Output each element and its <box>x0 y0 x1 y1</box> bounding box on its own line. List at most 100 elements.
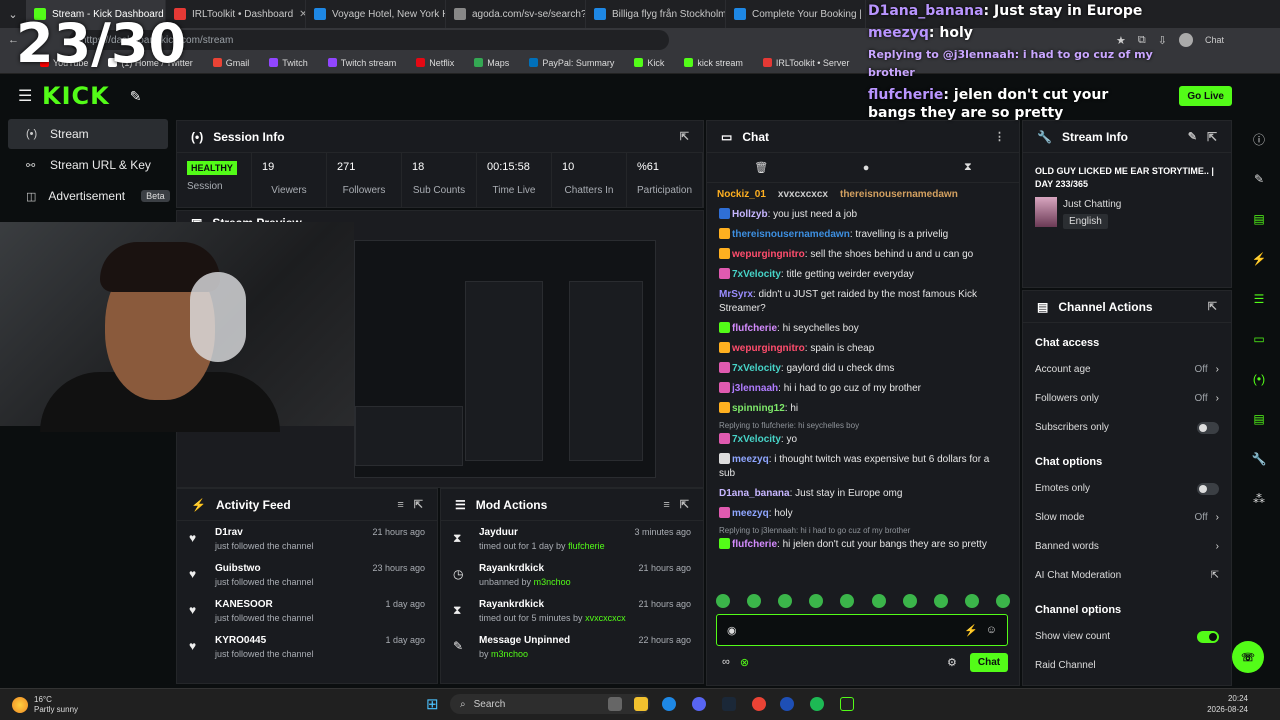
browser-tab[interactable]: IRLToolkit • Dashboard ✕ <box>166 0 306 28</box>
emotes-only-toggle[interactable] <box>1197 482 1219 495</box>
chat-username[interactable]: thereisnousernamedawn <box>732 229 850 240</box>
chat-username[interactable]: meezyq <box>732 454 769 465</box>
discord-icon[interactable] <box>692 697 706 711</box>
emote-icon[interactable] <box>840 594 855 608</box>
chat-username[interactable]: 7xVelocity <box>732 363 781 374</box>
chrome-icon[interactable] <box>752 697 766 711</box>
feed-name[interactable]: Jayduur <box>479 527 622 538</box>
followers-only-row[interactable]: Followers only Off › <box>1023 384 1231 413</box>
profile-avatar[interactable] <box>1178 33 1193 47</box>
chat-username[interactable]: Hollzyb <box>732 209 768 220</box>
emote-icon[interactable] <box>964 594 979 608</box>
kick-icon[interactable]: ⊗ <box>740 656 749 669</box>
feed-name[interactable]: D1rav <box>215 527 360 538</box>
subscribers-only-toggle[interactable] <box>1197 421 1219 434</box>
chat-username[interactable]: 7xVelocity <box>732 269 781 280</box>
emote-icon[interactable] <box>871 594 886 608</box>
feed-name[interactable]: KANESOOR <box>215 599 373 610</box>
steam-icon[interactable] <box>722 697 736 711</box>
feed-moderator[interactable]: flufcherie <box>568 541 605 551</box>
file-explorer-icon[interactable] <box>634 697 648 711</box>
edge-icon[interactable] <box>662 697 676 711</box>
menu-icon[interactable]: ☰ <box>18 86 32 106</box>
category-name[interactable]: Just Chatting <box>1063 199 1121 210</box>
feed-name[interactable]: Rayankrdkick <box>479 563 626 574</box>
browser-chat-button[interactable]: Chat <box>1205 35 1224 45</box>
badges-icon[interactable]: ∞ <box>722 656 730 669</box>
list-icon[interactable]: ☰ <box>1248 288 1270 310</box>
popout-icon[interactable]: ⇱ <box>1208 300 1217 313</box>
chat-input[interactable] <box>744 624 957 636</box>
close-icon[interactable]: ✕ <box>299 9 305 20</box>
weather-widget[interactable]: 16°C Partly sunny <box>12 695 78 715</box>
chat-username[interactable]: wepurgingnitro <box>732 343 805 354</box>
bookmark-item[interactable]: Gmail <box>212 58 249 68</box>
trash-icon[interactable]: 🗑 <box>754 161 768 174</box>
browser-tab[interactable]: Complete Your Booking | Sn✕ <box>726 0 866 28</box>
bookmark-item[interactable]: kick stream <box>684 58 743 68</box>
go-live-button[interactable]: Go Live <box>1179 86 1232 106</box>
pinned-user[interactable]: Nockiz_01 <box>717 189 766 200</box>
sidebar-item-stream[interactable]: (•) Stream <box>8 119 168 149</box>
feed-name[interactable]: KYRO0445 <box>215 635 373 646</box>
pinned-user[interactable]: thereisnousernamedawn <box>840 189 958 200</box>
chat-username[interactable]: wepurgingnitro <box>732 249 805 260</box>
chat-settings-icon[interactable]: ⚙ <box>947 656 957 669</box>
chat-username[interactable]: 7xVelocity <box>732 434 781 445</box>
popout-icon[interactable]: ⇱ <box>680 498 689 511</box>
chat-username[interactable]: j3lennaah <box>732 383 778 394</box>
bookmark-item[interactable]: Kick <box>634 58 664 68</box>
popout-icon[interactable]: ⇱ <box>414 498 423 511</box>
filter-icon[interactable]: ≡ <box>397 499 403 511</box>
feed-moderator[interactable]: xvxcxcxcx <box>585 613 626 623</box>
account-age-row[interactable]: Account age Off › <box>1023 355 1231 384</box>
spotify-icon[interactable] <box>810 697 824 711</box>
task-view-icon[interactable] <box>608 697 622 711</box>
chat-send-button[interactable]: Chat <box>970 653 1008 672</box>
sidebar-item-stream-url-key[interactable]: ⚯ Stream URL & Key <box>8 150 168 180</box>
stream-preview-video[interactable] <box>354 240 656 478</box>
popout-icon[interactable]: ⇱ <box>680 130 689 143</box>
banned-words-row[interactable]: Banned words › <box>1023 532 1231 561</box>
obs-icon[interactable] <box>840 697 854 711</box>
broadcast-icon[interactable]: (•) <box>1248 368 1270 390</box>
feed-name[interactable]: Rayankrdkick <box>479 599 626 610</box>
feed-moderator[interactable]: m3nchoo <box>491 649 528 659</box>
bolt-icon[interactable]: ⚡ <box>1248 248 1270 270</box>
bookmark-item[interactable]: IRLToolkit • Server <box>762 58 849 68</box>
chat-username[interactable]: flufcherie <box>732 323 777 334</box>
smiley-icon[interactable]: ☺ <box>986 624 997 636</box>
slow-mode-row[interactable]: Slow mode Off › <box>1023 503 1231 532</box>
feed-name[interactable]: Guibstwo <box>215 563 360 574</box>
support-chat-button[interactable]: ☏ <box>1232 641 1264 673</box>
panel-icon[interactable]: ▤ <box>1248 208 1270 230</box>
emote-icon[interactable] <box>933 594 948 608</box>
chat-icon[interactable]: ▭ <box>1248 328 1270 350</box>
message-icon[interactable]: ● <box>863 162 870 174</box>
app-icon[interactable] <box>780 697 794 711</box>
more-options-icon[interactable]: ⋮ <box>994 130 1005 143</box>
bookmark-item[interactable]: Twitch stream <box>327 58 396 68</box>
kick-emote-icon[interactable]: ⚡ <box>964 624 978 637</box>
plugins-icon[interactable]: ⁂ <box>1248 488 1270 510</box>
system-clock[interactable]: 20:24 2026-08-24 <box>1207 693 1248 715</box>
bookmark-item[interactable]: Maps <box>474 58 509 68</box>
show-view-count-toggle[interactable] <box>1197 630 1219 643</box>
emote-icon[interactable] <box>716 594 730 608</box>
info-icon[interactable]: ⓘ <box>1248 128 1270 150</box>
raid-channel-row[interactable]: Raid Channel <box>1023 651 1231 680</box>
browser-tab[interactable]: Billiga flyg från Stockholm til✕ <box>586 0 726 28</box>
feed-name[interactable]: Message Unpinned <box>479 635 626 646</box>
chat-username[interactable]: meezyq <box>732 508 769 519</box>
kick-logo[interactable]: KICK <box>42 82 110 110</box>
download-icon[interactable]: ⇩ <box>1158 34 1167 47</box>
bookmark-item[interactable]: Netflix <box>416 58 454 68</box>
filter-icon[interactable]: ≡ <box>663 499 669 511</box>
chat-username[interactable]: D1ana_banana <box>719 488 790 499</box>
pinned-user[interactable]: xvxcxcxcx <box>778 189 828 200</box>
emote-icon[interactable] <box>995 594 1010 608</box>
emote-icon[interactable] <box>902 594 917 608</box>
tools-icon[interactable]: ✎ <box>130 88 142 105</box>
emote-icon[interactable] <box>747 594 762 608</box>
browser-tab[interactable]: agoda.com/sv-se/search?ci✕ <box>446 0 586 28</box>
